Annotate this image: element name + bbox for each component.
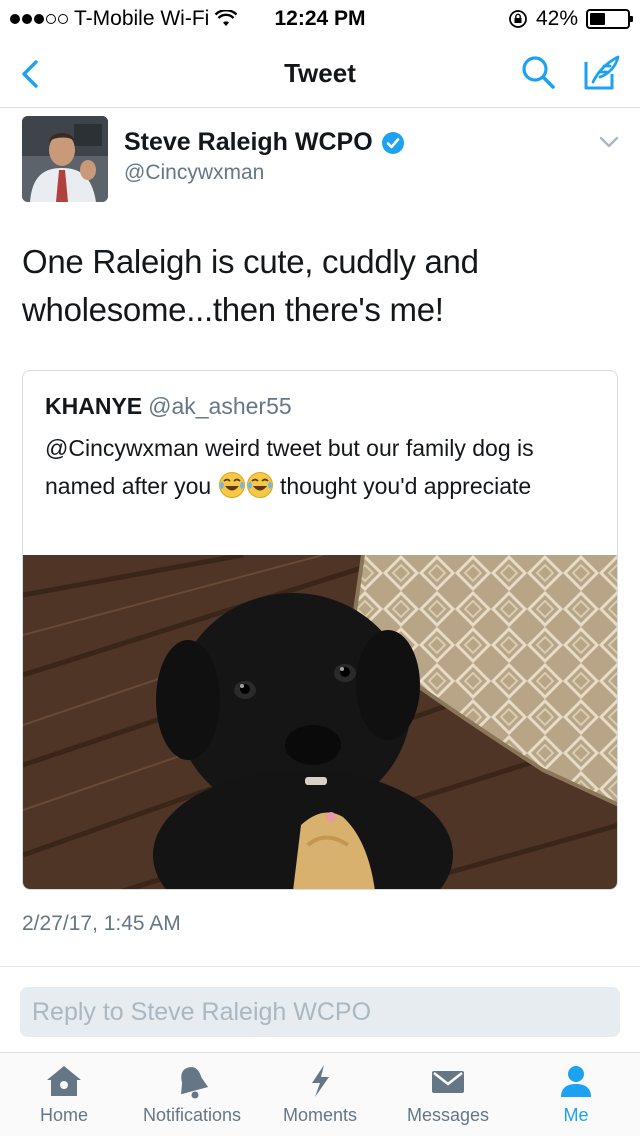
quoted-author: KHANYE @ak_asher55: [45, 393, 292, 420]
battery-icon: [586, 9, 633, 29]
status-right: 42%: [508, 7, 633, 31]
author-name[interactable]: Steve Raleigh WCPO: [124, 128, 373, 157]
tears-of-joy-emoji-icon: [246, 472, 273, 498]
tears-of-joy-emoji-icon: [218, 472, 245, 498]
reply-bar: Reply to Steve Raleigh WCPO: [0, 966, 640, 1054]
quoted-tweet[interactable]: KHANYE @ak_asher55 @Cincywxman weird twee…: [22, 370, 618, 890]
chevron-down-icon[interactable]: [598, 134, 620, 150]
tab-moments[interactable]: Moments: [256, 1063, 384, 1126]
tab-notifications-label: Notifications: [142, 1105, 242, 1125]
rotation-lock-icon: [509, 10, 527, 28]
lightning-icon: [312, 1065, 329, 1097]
person-icon: [561, 1066, 591, 1097]
tab-me-label: Me: [563, 1105, 589, 1125]
quoted-text: @Cincywxman weird tweet but our family d…: [45, 429, 605, 505]
tab-home-label: Home: [39, 1105, 88, 1125]
author-avatar[interactable]: [22, 116, 108, 202]
author-info[interactable]: Steve Raleigh WCPO @Cincywxman: [124, 128, 405, 185]
tab-messages-label: Messages: [406, 1105, 490, 1125]
tab-bar: Home Notifications Moments Messages Me: [0, 1052, 640, 1136]
navigation-bar: Tweet: [0, 40, 640, 108]
tab-notifications[interactable]: Notifications: [128, 1063, 256, 1126]
quoted-author-name: KHANYE: [45, 393, 143, 419]
tweet-timestamp: 2/27/17, 1:45 AM: [22, 912, 181, 935]
tab-home[interactable]: Home: [0, 1063, 128, 1126]
quoted-text-end: thought you'd appreciate: [273, 473, 532, 499]
tab-messages[interactable]: Messages: [384, 1063, 512, 1126]
home-icon: [47, 1066, 81, 1096]
search-icon[interactable]: [518, 52, 558, 92]
battery-percent: 42%: [535, 7, 578, 30]
reply-input[interactable]: Reply to Steve Raleigh WCPO: [20, 987, 620, 1037]
compose-icon[interactable]: [580, 52, 622, 94]
quoted-author-handle: @ak_asher55: [148, 393, 292, 419]
tab-me[interactable]: Me: [512, 1063, 640, 1126]
tab-moments-label: Moments: [282, 1105, 358, 1125]
verified-badge-icon: [381, 131, 404, 154]
status-bar: T-Mobile Wi-Fi 12:24 PM 42%: [0, 0, 640, 40]
tweet-text: One Raleigh is cute, cuddly and wholesom…: [22, 243, 479, 328]
bell-icon: [181, 1067, 209, 1099]
author-handle[interactable]: @Cincywxman: [124, 161, 405, 185]
envelope-icon: [432, 1071, 464, 1093]
dog-photo[interactable]: [23, 555, 618, 890]
